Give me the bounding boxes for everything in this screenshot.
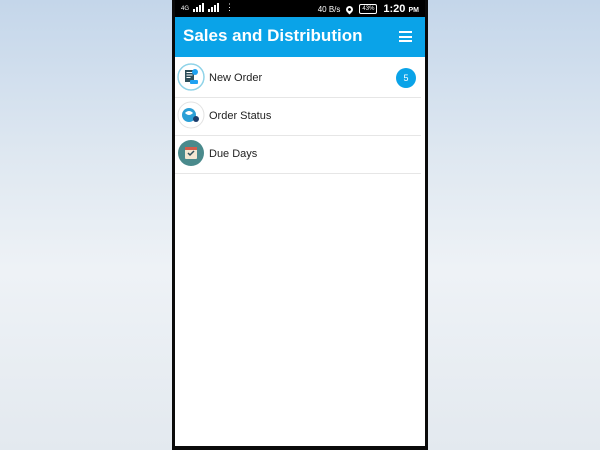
menu-item-label: Due Days xyxy=(209,148,258,160)
due-days-icon xyxy=(178,140,204,166)
network-type: 4G xyxy=(181,6,190,12)
app-bar: Sales and Distribution xyxy=(175,17,425,57)
location-icon xyxy=(344,4,355,14)
clock-ampm: PM xyxy=(408,7,420,14)
phone-screen: 4G ⋮ 40 B/s 43% 1:20 PM Sales and Distri… xyxy=(175,0,425,446)
menu-item-label: Order Status xyxy=(209,110,272,122)
order-status-icon xyxy=(177,101,205,129)
new-order-badge: 5 xyxy=(396,68,416,88)
network-speed: 40 B/s xyxy=(317,4,341,14)
status-left: 4G ⋮ xyxy=(181,2,234,12)
more-icon: ⋮ xyxy=(225,2,235,12)
menu-item-new-order[interactable]: New Order 5 xyxy=(175,60,421,98)
signal-icon xyxy=(193,2,205,12)
menu-item-order-status[interactable]: Order Status xyxy=(175,98,421,136)
phone-frame: 4G ⋮ 40 B/s 43% 1:20 PM Sales and Distri… xyxy=(172,0,428,450)
clock: 1:20 PM xyxy=(383,3,419,15)
status-right: 40 B/s 43% 1:20 PM xyxy=(318,3,419,15)
signal-icon-2 xyxy=(208,2,220,12)
menu-list: New Order 5 Order Status Due Days xyxy=(175,60,425,174)
battery-icon: 43% xyxy=(359,4,378,14)
menu-item-label: New Order xyxy=(209,72,263,84)
app-title: Sales and Distribution xyxy=(183,26,363,45)
new-order-icon xyxy=(177,63,205,91)
menu-item-due-days[interactable]: Due Days xyxy=(175,136,421,174)
clock-time: 1:20 xyxy=(383,3,406,15)
hamburger-menu-icon[interactable] xyxy=(399,31,412,42)
status-bar: 4G ⋮ 40 B/s 43% 1:20 PM xyxy=(175,0,425,17)
